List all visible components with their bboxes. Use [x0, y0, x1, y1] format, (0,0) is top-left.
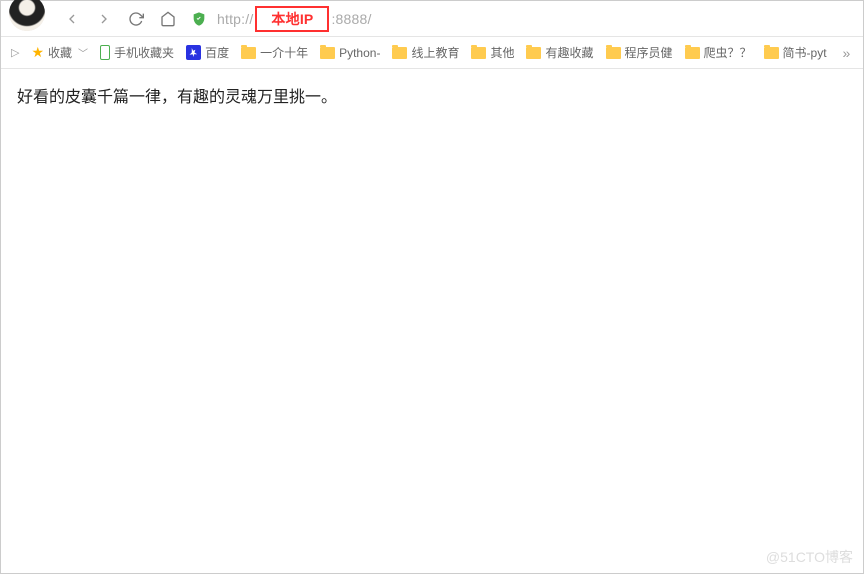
chevron-left-icon	[64, 11, 80, 27]
bookmark-folder[interactable]: 有趣收藏	[526, 44, 593, 61]
url-suffix: :8888/	[331, 11, 371, 27]
bookmark-bar: ▷ ★ 收藏 ﹀ 手机收藏夹 百度 一介十年 Python- 线上教育 其他 有…	[1, 37, 863, 69]
folder-icon	[241, 47, 256, 59]
bookmark-label: 线上教育	[411, 44, 459, 61]
bookmark-label: 爬虫？？	[704, 44, 752, 61]
watermark: @51CTO博客	[766, 547, 853, 567]
page-content: 好看的皮囊千篇一律，有趣的灵魂万里挑一。	[1, 69, 863, 121]
bookmark-overflow-button[interactable]: »	[839, 45, 855, 61]
security-shield-icon[interactable]	[191, 11, 207, 27]
phone-icon	[100, 45, 110, 60]
forward-button[interactable]	[91, 6, 117, 32]
body-text: 好看的皮囊千篇一律，有趣的灵魂万里挑一。	[17, 83, 847, 107]
browser-toolbar: http:// 本地IP :8888/	[1, 1, 863, 37]
folder-icon	[606, 47, 621, 59]
avatar[interactable]	[9, 0, 45, 31]
bookmark-label: 一介十年	[260, 44, 308, 61]
url-prefix: http://	[217, 11, 253, 27]
folder-icon	[471, 47, 486, 59]
bookmark-folder[interactable]: 程序员健	[606, 44, 673, 61]
bookmark-label: 其他	[490, 44, 514, 61]
address-bar[interactable]: http:// 本地IP :8888/	[213, 6, 855, 32]
expand-left-icon[interactable]: ▷	[11, 46, 19, 59]
bookmark-label: Python-	[339, 46, 380, 60]
bookmark-label: 百度	[205, 44, 229, 61]
folder-icon	[526, 47, 541, 59]
favorites-label: 收藏	[48, 44, 72, 61]
bookmark-label: 简书-pyt	[783, 44, 827, 61]
baidu-icon	[186, 45, 201, 60]
bookmark-label: 有趣收藏	[545, 44, 593, 61]
folder-icon	[320, 47, 335, 59]
bookmark-folder[interactable]: 其他	[471, 44, 514, 61]
phone-favorites-label: 手机收藏夹	[114, 44, 174, 61]
folder-icon	[685, 47, 700, 59]
url-highlight-box: 本地IP	[255, 6, 329, 32]
bookmark-label: 程序员健	[625, 44, 673, 61]
bookmark-folder[interactable]: 一介十年	[241, 44, 308, 61]
back-button[interactable]	[59, 6, 85, 32]
home-button[interactable]	[155, 6, 181, 32]
bookmark-baidu[interactable]: 百度	[186, 44, 229, 61]
star-icon: ★	[31, 44, 44, 61]
folder-icon	[764, 47, 779, 59]
folder-icon	[392, 47, 407, 59]
phone-favorites[interactable]: 手机收藏夹	[100, 44, 174, 61]
bookmark-folder[interactable]: 线上教育	[392, 44, 459, 61]
reload-icon	[128, 11, 144, 27]
chevron-down-icon: ﹀	[78, 45, 88, 60]
bookmark-folder[interactable]: 简书-pyt	[764, 44, 827, 61]
favorites-menu[interactable]: ★ 收藏 ﹀	[31, 44, 88, 61]
chevron-right-icon	[96, 11, 112, 27]
bookmark-folder[interactable]: Python-	[320, 46, 380, 60]
reload-button[interactable]	[123, 6, 149, 32]
home-icon	[160, 11, 176, 27]
bookmark-folder[interactable]: 爬虫？？	[685, 44, 752, 61]
